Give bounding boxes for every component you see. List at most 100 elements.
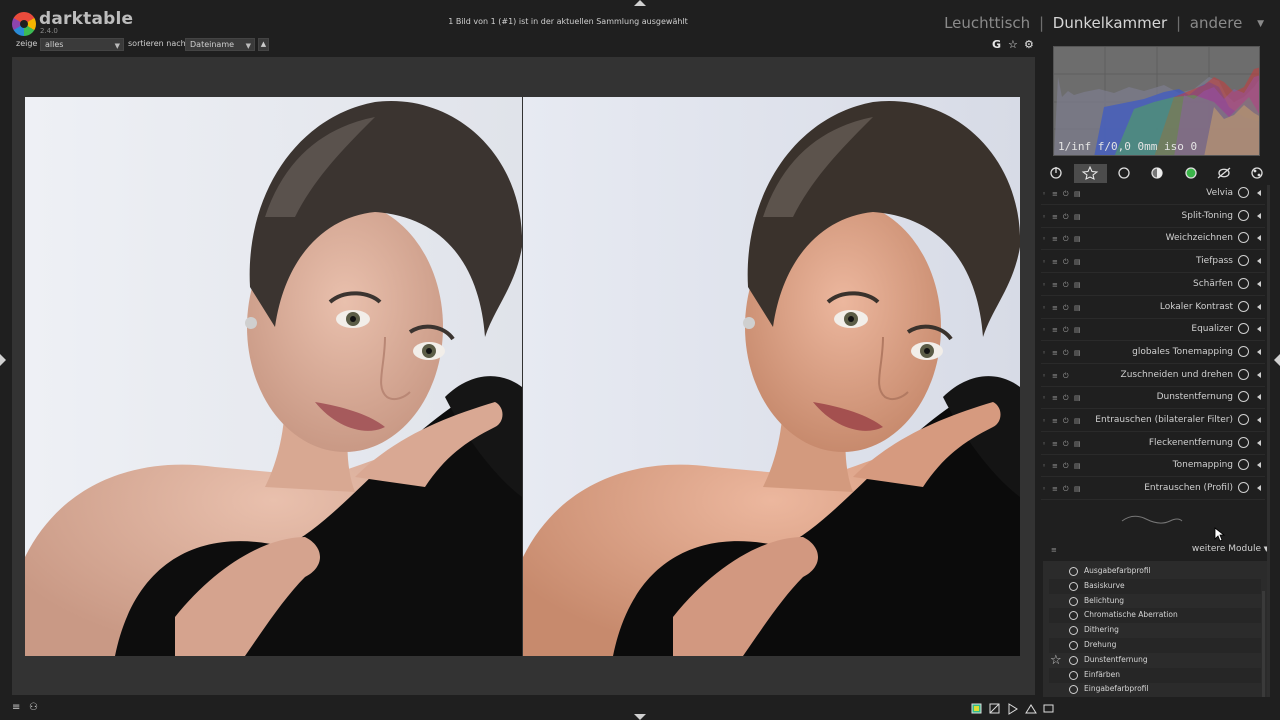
module-row[interactable]: ◦ ≡ ⏻ Zuschneiden und drehen [1041,366,1265,386]
multi-instance-icon[interactable]: ◦ [1042,235,1046,243]
drag-handle-icon[interactable]: ≡ [1052,349,1058,357]
power-icon[interactable]: ⏻ [1063,349,1069,358]
expand-arrow-icon[interactable] [1257,235,1261,242]
module-row[interactable]: ◦ ≡ ⏻ ▤ Lokaler Kontrast [1041,298,1265,318]
module-row[interactable]: ◦ ≡ ⏻ ▤ Velvia [1041,184,1265,204]
drag-handle-icon[interactable]: ≡ [1052,258,1058,266]
power-icon[interactable]: ⏻ [1063,213,1069,222]
image-canvas[interactable] [12,57,1035,695]
expand-arrow-icon[interactable] [1257,258,1261,265]
power-icon[interactable]: ⏻ [1063,304,1069,313]
expand-arrow-icon[interactable] [1257,462,1261,469]
multi-instance-icon[interactable]: ◦ [1042,326,1046,334]
presets-icon[interactable]: ▤ [1074,485,1081,493]
multi-instance-icon[interactable]: ◦ [1042,258,1046,266]
multi-instance-icon[interactable]: ◦ [1042,485,1046,493]
drag-handle-icon[interactable]: ≡ [1052,281,1058,289]
presets-icon[interactable]: ▤ [1074,304,1081,312]
focus-peaking-icon[interactable] [1025,704,1037,714]
power-icon[interactable]: ⏻ [1063,462,1069,471]
favorite-star-icon[interactable]: ☆ [1050,653,1062,668]
presets-icon[interactable]: ▤ [1074,235,1081,243]
tone-circle-icon[interactable] [1151,167,1163,179]
expand-arrow-icon[interactable] [1257,371,1261,378]
drag-handle-icon[interactable]: ≡ [1052,417,1058,425]
show-filter-select[interactable]: alles ▼ [40,38,124,51]
presets-icon[interactable]: ▤ [1074,190,1081,198]
module-row[interactable]: ◦ ≡ ⏻ ▤ Weichzeichnen [1041,229,1265,249]
expand-arrow-icon[interactable] [1257,326,1261,333]
sort-direction-button[interactable]: ▲ [258,38,269,51]
more-modules-header[interactable]: ≡ weitere Module ▼ [1041,543,1271,557]
multi-instance-icon[interactable]: ◦ [1042,349,1046,357]
drag-handle-icon[interactable]: ≡ [1052,440,1058,448]
presets-icon[interactable]: ▤ [1074,462,1081,470]
module-row[interactable]: ◦ ≡ ⏻ ▤ Equalizer [1041,320,1265,340]
presets-icon[interactable]: ▤ [1074,213,1081,221]
gear-icon[interactable]: ⚙ [1024,38,1034,51]
drag-handle-icon[interactable]: ≡ [1052,326,1058,334]
more-module-item[interactable]: Chromatische Aberration [1049,608,1261,624]
history-stack-icon[interactable]: ≡ [12,703,22,713]
star-icon[interactable]: ☆ [1008,38,1018,51]
module-row[interactable]: ◦ ≡ ⏻ ▤ Fleckenentfernung [1041,434,1265,454]
power-icon[interactable]: ⏻ [1063,281,1069,290]
display-icon[interactable] [1043,704,1054,713]
sort-select[interactable]: Dateiname ▼ [185,38,255,51]
drag-handle-icon[interactable]: ≡ [1052,394,1058,402]
drag-handle-icon[interactable]: ≡ [1052,235,1058,243]
expand-arrow-icon[interactable] [1257,303,1261,310]
basic-circle-icon[interactable] [1118,167,1130,179]
multi-instance-icon[interactable]: ◦ [1042,190,1046,198]
presets-icon[interactable]: ▤ [1074,417,1081,425]
more-modules-list[interactable]: Ausgabefarbprofil Basiskurve Belichtung Chr… [1043,561,1268,708]
view-other[interactable]: andere [1190,14,1243,32]
power-icon[interactable]: ⏻ [1063,372,1069,381]
effect-icon[interactable] [1251,167,1263,179]
styles-icon[interactable]: ⚇ [29,703,39,713]
more-module-item[interactable]: Belichtung [1049,594,1261,609]
power-icon[interactable]: ⏻ [1063,440,1069,449]
module-row[interactable]: ◦ ≡ ⏻ ▤ globales Tonemapping [1041,343,1265,363]
more-module-item[interactable]: Basiskurve [1049,578,1261,594]
expand-arrow-icon[interactable] [1257,190,1261,196]
more-module-item[interactable]: Dithering [1049,623,1261,638]
multi-instance-icon[interactable]: ◦ [1042,417,1046,425]
expand-arrow-icon[interactable] [1257,485,1261,492]
power-icon[interactable]: ⏻ [1063,485,1069,494]
multi-instance-icon[interactable]: ◦ [1042,281,1046,289]
view-lighttable[interactable]: Leuchttisch [944,14,1030,32]
expand-arrow-icon[interactable] [1257,212,1261,219]
module-row[interactable]: ◦ ≡ ⏻ ▤ Split-Toning [1041,207,1265,227]
color-assessment-icon[interactable] [971,703,982,714]
module-row[interactable]: ◦ ≡ ⏻ ▤ Dunstentfernung [1041,388,1265,408]
collapse-top-panel-icon[interactable] [634,0,646,6]
presets-icon[interactable]: ▤ [1074,258,1081,266]
expand-arrow-icon[interactable] [1257,394,1261,401]
more-module-item[interactable]: Eingabefarbprofil [1049,682,1261,697]
power-icon[interactable]: ⏻ [1063,190,1069,199]
chevron-down-icon[interactable]: ▼ [1257,19,1264,29]
guides-button[interactable]: G [992,38,1001,51]
view-darkroom[interactable]: Dunkelkammer [1053,14,1167,32]
color-circle-icon[interactable] [1185,167,1197,179]
drag-handle-icon[interactable]: ≡ [1052,462,1058,470]
collapse-bottom-panel-icon[interactable] [634,714,646,720]
presets-icon[interactable]: ▤ [1074,440,1081,448]
module-row[interactable]: ◦ ≡ ⏻ ▤ Tiefpass [1041,252,1265,272]
power-icon[interactable]: ⏻ [1063,258,1069,267]
module-row[interactable]: ◦ ≡ ⏻ ▤ Entrauschen (Profil) [1041,479,1265,499]
presets-icon[interactable]: ▤ [1074,281,1081,289]
expand-arrow-icon[interactable] [1257,417,1261,423]
presets-icon[interactable]: ▤ [1074,394,1081,402]
module-list-scrollbar[interactable] [1262,591,1265,707]
expand-arrow-icon[interactable] [1257,348,1261,355]
presets-icon[interactable]: ▤ [1074,349,1081,357]
drag-handle-icon[interactable]: ≡ [1052,372,1058,380]
right-panel-scrollbar[interactable] [1267,185,1270,705]
more-module-item[interactable]: Ausgabefarbprofil [1049,564,1261,579]
multi-instance-icon[interactable]: ◦ [1042,213,1046,221]
expand-arrow-icon[interactable] [1257,280,1261,287]
module-row[interactable]: ◦ ≡ ⏻ ▤ Entrauschen (bilateraler Filter) [1041,411,1265,431]
drag-handle-icon[interactable]: ≡ [1052,485,1058,493]
